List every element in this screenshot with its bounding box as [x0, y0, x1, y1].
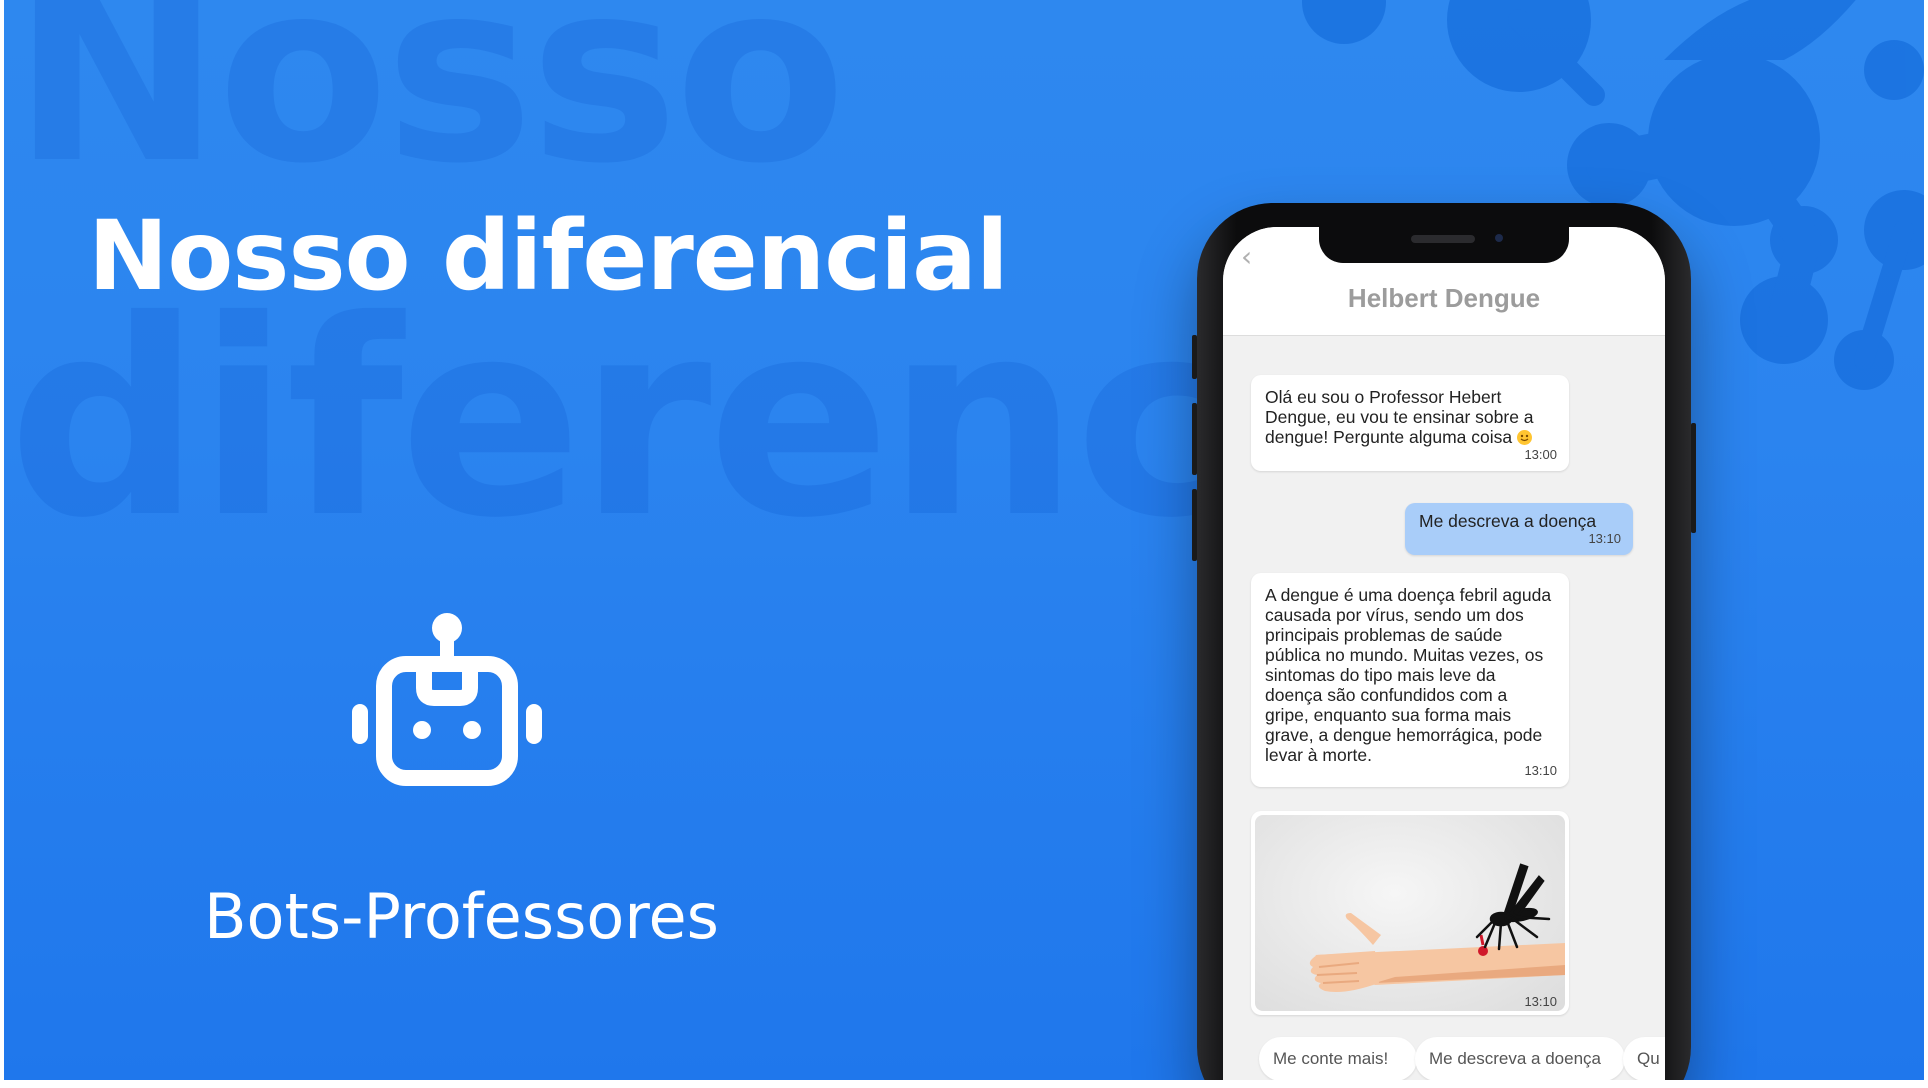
phone-volume-down-button [1192, 489, 1197, 561]
mosquito-biting-arm-illustration [1255, 815, 1565, 1011]
chat-message-bot: A dengue é uma doença febril aguda causa… [1251, 573, 1569, 787]
page-title: Nosso diferencial [88, 200, 1009, 312]
phone-side-button [1192, 335, 1197, 379]
chat-message-bot: Olá eu sou o Professor Hebert Dengue, eu… [1251, 375, 1569, 471]
message-time: 13:10 [1524, 763, 1557, 778]
chat-message-user: Me descreva a doença 13:10 [1405, 503, 1633, 555]
message-line: Me descreva a doença [1419, 511, 1597, 531]
message-line: dengue! Pergunte alguma coisa [1265, 427, 1557, 447]
message-text: Me descreva a doença [1419, 511, 1621, 531]
message-line: Dengue, eu vou te ensinar sobre a [1265, 407, 1534, 427]
message-line: principais problemas de saúde [1265, 625, 1503, 645]
phone-power-button [1691, 423, 1696, 533]
message-time: 13:00 [1524, 447, 1557, 462]
chat-title: Helbert Dengue [1347, 283, 1541, 313]
message-line: levar à morte. [1265, 745, 1372, 765]
phone-notch [1319, 227, 1569, 263]
phone-volume-up-button [1192, 403, 1197, 475]
background-word-nosso: Nosso [12, 0, 846, 218]
message-line: Olá eu sou o Professor Hebert [1265, 387, 1502, 407]
page-subtitle: Bots-Professores [204, 880, 719, 953]
message-time: 13:10 [1524, 994, 1557, 1009]
message-line: doença são confundidos com a [1265, 685, 1508, 705]
message-line: causada por vírus, sendo um dos [1265, 605, 1524, 625]
robot-icon [352, 613, 542, 786]
message-text: Olá eu sou o Professor Hebert Dengue, eu… [1265, 387, 1557, 447]
message-line: sintomas do tipo mais leve da [1265, 665, 1496, 685]
message-line: A dengue é uma doença febril aguda [1265, 585, 1552, 605]
phone-speaker [1411, 235, 1475, 243]
quick-reply-chip[interactable]: Me descreva a doença [1415, 1037, 1625, 1080]
message-line: grave, a dengue hemorrágica, pode [1265, 725, 1543, 745]
chevron-left-icon[interactable]: ‹ [1241, 243, 1252, 271]
phone-camera [1495, 234, 1503, 242]
quick-reply-chip[interactable]: Me conte mais! [1259, 1037, 1417, 1080]
message-line: pública no mundo. Muitas vezes, os [1265, 645, 1544, 665]
slide: Nosso diferencial Nosso diferencial Bots… [4, 0, 1924, 1080]
chat-message-image[interactable]: 13:10 [1251, 811, 1569, 1015]
message-time: 13:10 [1588, 531, 1621, 546]
chat-screen: ‹ Helbert Dengue Olá eu sou o Professor … [1223, 227, 1665, 1080]
message-line: gripe, enquanto sua forma mais [1265, 705, 1512, 725]
phone-mockup: ‹ Helbert Dengue Olá eu sou o Professor … [1192, 203, 1696, 1080]
quick-reply-chip[interactable]: Qu [1623, 1037, 1665, 1080]
smiling-face-emoji [1517, 430, 1532, 445]
message-text: A dengue é uma doença febril aguda causa… [1265, 585, 1557, 765]
quick-replies: Me conte mais! Me descreva a doença Qu [1259, 1037, 1665, 1080]
message-line-text: dengue! Pergunte alguma coisa [1265, 427, 1513, 447]
